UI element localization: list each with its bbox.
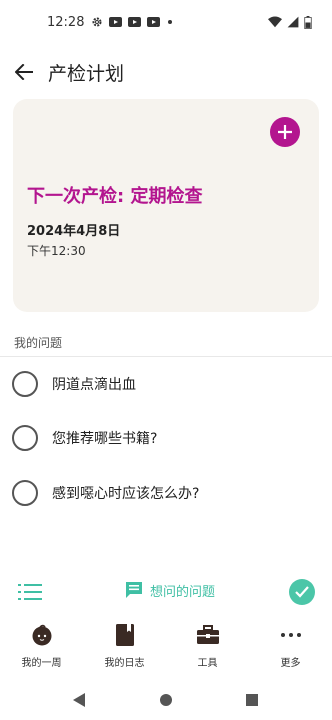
next-checkup-card[interactable]: 下一次产检: 定期检查 2024年4月8日 下午12:30 — [13, 99, 319, 312]
notification-dot-icon — [168, 20, 172, 24]
page-title: 产检计划 — [48, 62, 125, 85]
toolbox-icon — [196, 624, 219, 646]
nav-label: 更多 — [280, 658, 301, 669]
settings-icon — [92, 17, 102, 27]
confirm-button[interactable] — [289, 579, 315, 605]
question-text: 您推荐哪些书籍? — [52, 431, 158, 447]
status-icons-right — [268, 15, 312, 29]
question-item[interactable]: 阴道点滴出血 — [12, 370, 322, 398]
chat-bubble-icon — [126, 582, 142, 598]
check-icon — [295, 586, 309, 598]
ask-questions-tab[interactable]: 想问的问题 — [124, 580, 215, 600]
nav-item-more[interactable]: 更多 — [249, 618, 332, 670]
youtube-icon — [109, 17, 122, 27]
question-item[interactable]: 您推荐哪些书籍? — [12, 424, 322, 452]
status-icons-left — [91, 16, 172, 28]
wifi-icon — [268, 16, 282, 28]
back-triangle-icon[interactable] — [72, 692, 86, 708]
nav-item-my-journal[interactable]: 我的日志 — [83, 618, 166, 670]
question-text: 感到噁心时应该怎么办? — [52, 486, 200, 502]
nav-item-tools[interactable]: 工具 — [166, 618, 249, 670]
nav-label: 我的日志 — [104, 658, 145, 669]
question-toolbar: 想问的问题 — [0, 577, 332, 607]
system-navigation-bar — [0, 680, 332, 720]
status-bar: 12:28 — [0, 0, 332, 44]
battery-icon — [304, 15, 312, 29]
bottom-navigation: 我的一周 我的日志 工具 更多 — [0, 618, 332, 670]
signal-icon — [287, 16, 299, 28]
nav-label: 工具 — [197, 658, 218, 669]
back-button[interactable] — [12, 60, 36, 84]
baby-face-icon — [31, 624, 53, 646]
next-checkup-time: 下午12:30 — [27, 244, 86, 258]
list-icon[interactable] — [18, 583, 42, 601]
question-radio[interactable] — [12, 371, 38, 397]
divider — [0, 356, 332, 357]
app-bar: 产检计划 — [0, 52, 332, 92]
next-checkup-title: 下一次产检: 定期检查 — [27, 186, 203, 207]
next-checkup-date: 2024年4月8日 — [27, 224, 121, 239]
recents-square-icon[interactable] — [245, 693, 259, 707]
question-radio[interactable] — [12, 480, 38, 506]
home-circle-icon[interactable] — [159, 693, 173, 707]
question-item[interactable]: 感到噁心时应该怎么办? — [12, 479, 322, 507]
nav-label: 我的一周 — [21, 658, 62, 669]
nav-item-my-week[interactable]: 我的一周 — [0, 618, 83, 670]
questions-section-title: 我的问题 — [14, 336, 63, 350]
plus-icon — [278, 125, 292, 139]
youtube-icon — [128, 17, 141, 27]
youtube-icon — [147, 17, 160, 27]
arrow-left-icon — [15, 64, 33, 80]
question-radio[interactable] — [12, 425, 38, 451]
journal-icon — [114, 624, 136, 646]
more-icon — [280, 624, 302, 646]
status-time: 12:28 — [47, 14, 85, 30]
add-button[interactable] — [270, 117, 300, 147]
question-text: 阴道点滴出血 — [52, 377, 136, 393]
ask-questions-label: 想问的问题 — [150, 584, 216, 600]
